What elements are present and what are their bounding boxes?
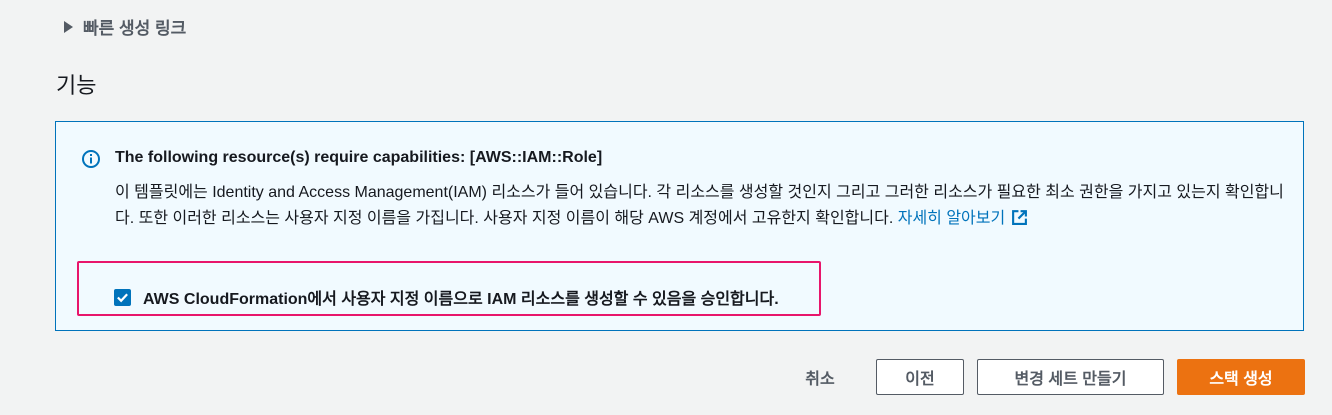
external-link-icon bbox=[1012, 210, 1028, 225]
quick-create-link-label: 빠른 생성 링크 bbox=[83, 19, 187, 38]
page: 빠른 생성 링크 기능 The following resource(s) re… bbox=[0, 0, 1332, 415]
info-body: 이 템플릿에는 Identity and Access Management(I… bbox=[115, 180, 1285, 232]
checkmark-icon bbox=[117, 292, 128, 302]
create-change-set-button[interactable]: 변경 세트 만들기 bbox=[977, 359, 1164, 395]
caret-right-icon bbox=[64, 20, 73, 33]
info-body-text: 이 템플릿에는 Identity and Access Management(I… bbox=[115, 184, 1284, 227]
info-title: The following resource(s) require capabi… bbox=[115, 149, 603, 166]
capabilities-heading: 기능 bbox=[56, 73, 97, 98]
previous-button[interactable]: 이전 bbox=[876, 359, 964, 395]
cancel-button[interactable]: 취소 bbox=[786, 359, 854, 395]
info-circle-icon bbox=[82, 150, 100, 168]
acknowledge-iam-checkbox[interactable] bbox=[114, 288, 131, 306]
quick-create-link-toggle[interactable]: 빠른 생성 링크 bbox=[64, 14, 186, 39]
learn-more-link[interactable]: 자세히 알아보기 bbox=[898, 210, 1029, 227]
create-stack-button[interactable]: 스택 생성 bbox=[1177, 359, 1305, 395]
acknowledge-iam-label: AWS CloudFormation에서 사용자 지정 이름으로 IAM 리소스… bbox=[143, 291, 779, 308]
acknowledge-iam-checkbox-row[interactable]: AWS CloudFormation에서 사용자 지정 이름으로 IAM 리소스… bbox=[114, 285, 779, 309]
capabilities-info-alert: The following resource(s) require capabi… bbox=[55, 121, 1304, 331]
learn-more-label: 자세히 알아보기 bbox=[897, 210, 1006, 227]
